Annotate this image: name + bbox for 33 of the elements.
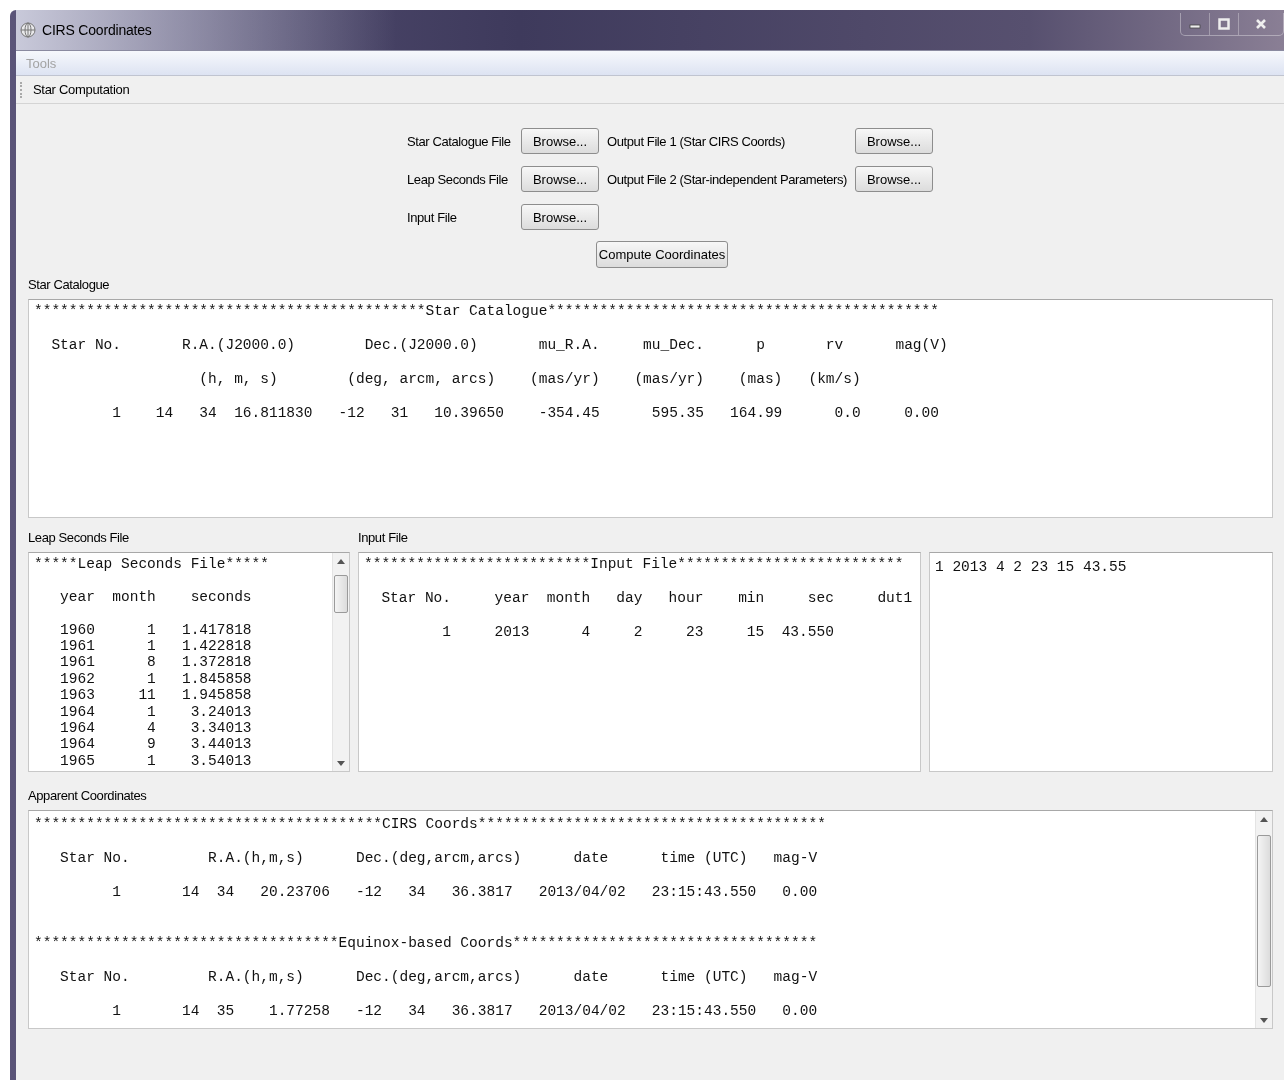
scrollbar-thumb[interactable] xyxy=(1257,835,1271,987)
up-arrow-icon[interactable] xyxy=(337,558,345,564)
browse-button[interactable]: Browse... xyxy=(521,204,599,230)
section-label: Leap Seconds File xyxy=(28,530,130,547)
section-label: Star Catalogue xyxy=(28,277,111,294)
scrollbar-thumb[interactable] xyxy=(334,575,348,613)
section-label: Input File xyxy=(358,530,409,547)
globe-icon xyxy=(20,22,36,38)
close-icon xyxy=(1255,17,1267,30)
maximize-icon xyxy=(1218,17,1230,30)
field-label: Leap Seconds File xyxy=(407,171,509,187)
browse-button[interactable]: Browse... xyxy=(521,166,599,192)
toolbar-tab[interactable]: Star Computation xyxy=(33,82,130,97)
text-area-content: *****Leap Seconds File***** year month seconds 1960 1 1.417818 1961 1 1.422818 1961 8 1.372818 1962 1 1.845858 1963 11 1.945858 1964 1 3.24013 1964 4 3.34013 1964 9 3.44013 1965 1 3.54013 xyxy=(34,556,269,770)
text-area-content: *********************************************Star Catalogue********************************************* Star No. R.A.(J2000.0) Dec.(J2000.0) mu_R.A. mu_Dec. p rv mag(V) (h, m, s) (deg, arcm, arcs) (mas/yr) (mas/yr) (mas) (km/s) 1 14 34 16.811830 -12 31 10.39650 -354.45 595.35 164.99 0.0 0.00 xyxy=(34,303,948,422)
field-label: Output File 1 (Star CIRS Coords) xyxy=(607,133,786,149)
down-arrow-icon[interactable] xyxy=(337,760,345,766)
window-title: CIRS Coordinates xyxy=(42,22,152,38)
browse-button[interactable]: Browse... xyxy=(855,128,934,154)
scrollbar[interactable] xyxy=(1255,811,1272,1028)
text-area-content: **************************Input File************************** Star No. year month day hour min sec dut1 1 2013 4 2 23 15 43.550 xyxy=(364,556,913,641)
browse-button[interactable]: Browse... xyxy=(855,166,934,192)
browse-button[interactable]: Browse... xyxy=(521,128,599,154)
compute-button[interactable]: Compute Coordinates xyxy=(595,241,729,268)
text-area-content: ****************************************CIRS Coords**************************************** Star No. R.A.(h,m,s) Dec.(deg,arcm,arcs) date time (UTC) mag-V 1 14 34 20.23706 -12 34 36.3817 2013/04/02 23:15:43.550 0.00 ***********************************Equinox-based Coords*********************************** Star No. R.A.(h,m,s) Dec.(deg,arcm,arcs) date time (UTC) mag-V 1 14 35 1.77258 -12 34 36.3817 2013/04/02 23:15:43.550 0.00 xyxy=(34,816,826,1020)
text-area-content: 1 2013 4 2 23 15 43.55 xyxy=(935,559,1127,576)
field-label: Input File xyxy=(407,209,458,225)
section-label: Apparent Coordinates xyxy=(28,788,148,805)
field-label: Output File 2 (Star-independent Parameters) xyxy=(607,171,848,187)
down-arrow-icon[interactable] xyxy=(1260,1017,1268,1023)
field-label: Star Catalogue File xyxy=(407,133,512,149)
up-arrow-icon[interactable] xyxy=(1260,816,1268,822)
scrollbar[interactable] xyxy=(332,553,349,771)
